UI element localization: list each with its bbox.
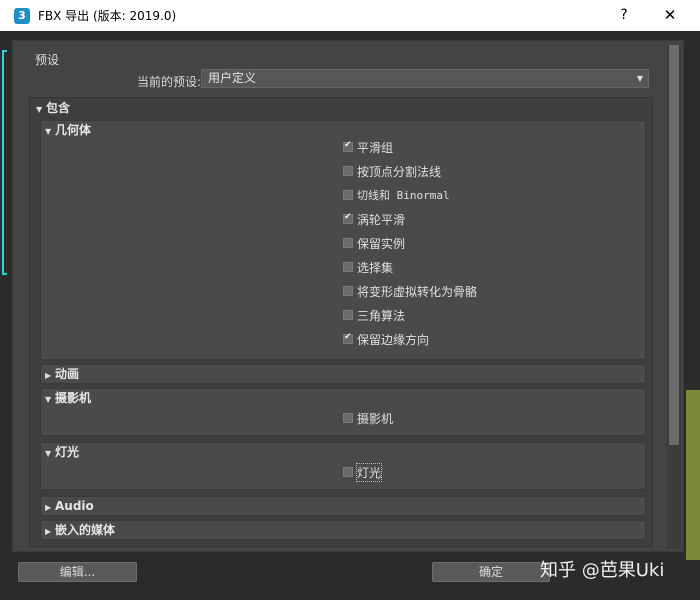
embedded-media-label: 嵌入的媒体 — [55, 523, 116, 537]
camera-checkbox[interactable] — [343, 413, 353, 423]
embedded-media-panel: ▶ 嵌入的媒体 — [40, 520, 646, 540]
geometry-option-checkbox[interactable] — [343, 166, 353, 176]
close-button[interactable]: ✕ — [656, 0, 684, 31]
geometry-option-row[interactable]: 涡轮平滑 — [343, 211, 405, 227]
title-bar: 3 FBX 导出 (版本: 2019.0) ? ✕ — [0, 0, 700, 31]
triangle-down-icon: ▼ — [36, 105, 43, 114]
camera-panel: ▼ 摄影机 摄影机 — [40, 388, 646, 436]
triangle-down-icon: ▼ — [45, 127, 52, 136]
geometry-option-checkbox[interactable] — [343, 310, 353, 320]
geometry-option-row[interactable]: 将变形虚拟转化为骨骼 — [343, 283, 477, 299]
geometry-option-row[interactable]: 保留边缘方向 — [343, 331, 429, 347]
edit-button[interactable]: 编辑... — [18, 562, 137, 582]
geometry-option-row[interactable]: 切线和 Binormal — [343, 187, 450, 203]
geometry-option-row[interactable]: 选择集 — [343, 259, 393, 275]
current-preset-label: 当前的预设: — [137, 75, 202, 89]
geometry-option-checkbox[interactable] — [343, 140, 353, 152]
geometry-option-checkbox[interactable] — [343, 190, 353, 200]
include-group: ▼包含 ▼几何体 平滑组按顶点分割法线切线和 Binormal涡轮平滑保留实例选… — [29, 97, 653, 547]
geometry-label: 几何体 — [55, 123, 92, 137]
light-panel: ▼ 灯光 灯光 — [40, 442, 646, 490]
light-label: 灯光 — [55, 445, 80, 459]
triangle-down-icon: ▼ — [45, 395, 52, 404]
geometry-option-row[interactable]: 三角算法 — [343, 307, 405, 323]
geometry-option-checkbox[interactable] — [343, 212, 353, 224]
light-checkbox[interactable] — [343, 467, 353, 477]
vertical-scrollbar[interactable] — [667, 45, 681, 549]
geometry-option-checkbox[interactable] — [343, 238, 353, 248]
geometry-option-checkbox[interactable] — [343, 286, 353, 296]
geometry-header[interactable]: ▼ 几何体 — [45, 121, 91, 139]
animation-label: 动画 — [55, 367, 80, 381]
viewport-edge-decoration — [2, 50, 7, 275]
light-checkbox-label: 灯光 — [355, 462, 383, 482]
geometry-option-row[interactable]: 保留实例 — [343, 235, 405, 251]
geometry-option-row[interactable]: 平滑组 — [343, 139, 393, 155]
geometry-option-checkbox[interactable] — [343, 262, 353, 272]
watermark-text: 知乎 @芭果Uki — [540, 560, 665, 581]
light-checkbox-row[interactable]: 灯光 — [343, 462, 383, 482]
audio-label: Audio — [55, 499, 94, 513]
help-button[interactable]: ? — [612, 0, 636, 31]
geometry-option-checkbox[interactable] — [343, 332, 353, 344]
app-icon: 3 — [14, 7, 30, 24]
animation-header[interactable]: ▶ 动画 — [45, 365, 79, 383]
triangle-right-icon: ▶ — [45, 371, 52, 380]
preset-dropdown-value: 用户定义 — [208, 71, 257, 85]
preset-group: 预设 当前的预设: 用户定义 ▼ — [21, 49, 661, 91]
scrollbar-thumb[interactable] — [669, 45, 679, 445]
geometry-option-label: 选择集 — [357, 260, 394, 275]
geometry-option-row[interactable]: 按顶点分割法线 — [343, 163, 441, 179]
chevron-down-icon: ▼ — [636, 74, 643, 83]
geometry-option-label: 平滑组 — [357, 140, 394, 155]
light-header[interactable]: ▼ 灯光 — [45, 443, 79, 461]
geometry-option-label: 将变形虚拟转化为骨骼 — [357, 284, 478, 299]
include-label: 包含 — [46, 101, 71, 115]
audio-panel: ▶ Audio — [40, 496, 646, 516]
preset-dropdown[interactable]: 用户定义 ▼ — [201, 69, 649, 88]
dialog-client: 预设 当前的预设: 用户定义 ▼ ▼包含 ▼几何体 平滑组按顶点分割法线切线和 … — [12, 40, 684, 552]
geometry-option-label: 切线和 Binormal — [357, 189, 450, 202]
camera-header[interactable]: ▼ 摄影机 — [45, 389, 91, 407]
embedded-media-header[interactable]: ▶ 嵌入的媒体 — [45, 521, 115, 539]
triangle-right-icon: ▶ — [45, 503, 52, 512]
camera-checkbox-label: 摄影机 — [357, 411, 394, 426]
ok-button[interactable]: 确定 — [432, 562, 550, 582]
audio-header[interactable]: ▶ Audio — [45, 497, 94, 515]
geometry-option-label: 涡轮平滑 — [357, 212, 406, 227]
geometry-panel: ▼几何体 平滑组按顶点分割法线切线和 Binormal 涡轮平滑保留实例选择集将变… — [40, 120, 646, 360]
geometry-option-label: 保留实例 — [357, 236, 406, 251]
camera-label: 摄影机 — [55, 391, 92, 405]
geometry-option-label: 按顶点分割法线 — [357, 164, 442, 179]
geometry-option-label: 保留边缘方向 — [357, 332, 430, 347]
preset-group-label: 预设 — [35, 53, 60, 67]
include-header[interactable]: ▼ 包含 — [36, 99, 70, 117]
geometry-option-label: 三角算法 — [357, 308, 406, 323]
triangle-right-icon: ▶ — [45, 527, 52, 536]
window-title: FBX 导出 (版本: 2019.0) — [38, 9, 177, 23]
camera-checkbox-row[interactable]: 摄影机 — [343, 410, 393, 426]
animation-panel: ▶ 动画 — [40, 364, 646, 384]
viewport-object-decoration — [686, 390, 700, 560]
triangle-down-icon: ▼ — [45, 449, 52, 458]
